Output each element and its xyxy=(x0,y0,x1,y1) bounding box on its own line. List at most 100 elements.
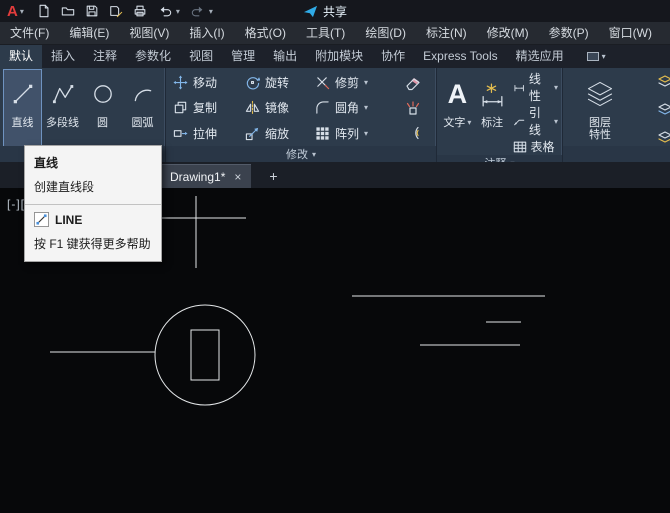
chevron-down-icon[interactable]: ▾ xyxy=(364,129,368,138)
mirror-icon xyxy=(245,101,260,115)
polyline-tool-label: 多段线 xyxy=(46,117,79,129)
menu-item-insert[interactable]: 插入(I) xyxy=(179,22,234,44)
tab-parametric[interactable]: 参数化 xyxy=(126,45,180,68)
mirror-label: 镜像 xyxy=(265,101,290,116)
arc-tool-button[interactable]: 圆弧 xyxy=(124,70,161,146)
tab-view[interactable]: 视图 xyxy=(180,45,222,68)
line-command-icon xyxy=(34,212,49,227)
autocad-logo[interactable]: A xyxy=(7,4,18,19)
rotate-button[interactable]: 旋转 xyxy=(242,71,312,95)
erase-button[interactable] xyxy=(403,73,423,93)
tab-collaborate[interactable]: 协作 xyxy=(372,45,414,68)
close-icon[interactable]: × xyxy=(234,170,241,184)
undo-button[interactable]: ▾ xyxy=(154,3,183,19)
viewport-controls[interactable]: [-][ xyxy=(7,197,25,211)
layer-tool-button[interactable] xyxy=(655,128,670,148)
array-label: 阵列 xyxy=(335,126,360,141)
tab-insert[interactable]: 插入 xyxy=(42,45,84,68)
fillet-icon xyxy=(316,101,329,115)
layer-tool-button[interactable] xyxy=(655,72,670,92)
menu-item-format[interactable]: 格式(O) xyxy=(235,22,296,44)
tab-output[interactable]: 输出 xyxy=(264,45,306,68)
arc-icon xyxy=(134,89,151,102)
line-tool-button[interactable]: 直线 xyxy=(3,69,42,147)
open-button[interactable] xyxy=(58,3,78,19)
rotate-label: 旋转 xyxy=(265,76,290,91)
share-button[interactable]: 共享 xyxy=(303,0,347,22)
arc-tool-label: 圆弧 xyxy=(131,117,154,129)
share-label: 共享 xyxy=(323,4,348,19)
inner-rectangle xyxy=(190,329,220,381)
chevron-down-icon[interactable]: ▾ xyxy=(554,83,558,92)
layers-panel-title[interactable] xyxy=(563,146,670,162)
new-file-button[interactable] xyxy=(34,3,54,19)
tab-featured-apps[interactable]: 精选应用 xyxy=(507,45,573,68)
mirror-button[interactable]: 镜像 xyxy=(242,96,312,120)
tab-manage[interactable]: 管理 xyxy=(222,45,264,68)
menu-item-draw[interactable]: 绘图(D) xyxy=(355,22,416,44)
menu-item-edit[interactable]: 编辑(E) xyxy=(59,22,119,44)
undo-caret-icon[interactable]: ▾ xyxy=(176,7,180,16)
table-button[interactable]: 表格 xyxy=(513,138,559,155)
rotate-icon xyxy=(246,77,260,90)
menu-item-parametric[interactable]: 参数(P) xyxy=(539,22,599,44)
text-button[interactable]: A 文字 ▾ xyxy=(441,70,474,155)
layer-tool-button[interactable] xyxy=(655,100,670,120)
logo-menu-caret-icon[interactable]: ▾ xyxy=(20,7,24,16)
scale-label: 缩放 xyxy=(265,126,290,141)
tab-express-tools[interactable]: Express Tools xyxy=(414,45,506,68)
scale-button[interactable]: 缩放 xyxy=(242,121,312,145)
layer-tool-icon xyxy=(658,131,670,143)
chevron-down-icon[interactable]: ▾ xyxy=(364,103,368,112)
menu-item-modify[interactable]: 修改(M) xyxy=(477,22,539,44)
chevron-down-icon: ▾ xyxy=(311,149,316,159)
undo-icon xyxy=(160,6,171,17)
table-icon xyxy=(513,141,526,152)
linear-dimension-button[interactable]: 线性 ▾ xyxy=(513,70,558,104)
dimension-label: 标注 xyxy=(481,117,504,129)
quick-access-toolbar: ▾ ▾ xyxy=(34,3,216,19)
chevron-down-icon[interactable]: ▾ xyxy=(554,117,558,126)
ribbon-tab-row: 默认 插入 注释 参数化 视图 管理 输出 附加模块 协作 Express To… xyxy=(0,45,670,68)
array-button[interactable]: 阵列 ▾ xyxy=(312,121,400,145)
copy-button[interactable]: 复制 xyxy=(170,96,242,120)
save-button[interactable] xyxy=(82,3,102,19)
new-drawing-tab-button[interactable]: + xyxy=(265,164,281,188)
move-button[interactable]: 移动 xyxy=(170,71,242,95)
tooltip-description: 创建直线段 xyxy=(34,180,95,194)
erase-icon xyxy=(406,77,420,90)
document-tab-drawing1[interactable]: Drawing1* × xyxy=(160,164,252,188)
menu-item-tools[interactable]: 工具(T) xyxy=(296,22,355,44)
tab-home[interactable]: 默认 xyxy=(0,45,43,68)
polyline-tool-button[interactable]: 多段线 xyxy=(44,70,81,146)
redo-button[interactable]: ▾ xyxy=(187,3,216,19)
ribbon-display-toggle[interactable]: ▾ xyxy=(581,45,612,68)
stretch-button[interactable]: 拉伸 xyxy=(170,121,242,145)
menu-item-window[interactable]: 窗口(W) xyxy=(599,22,662,44)
autocad-window: A ▾ ▾ ▾ 共享 文件(F) 编辑(E) 视图(V) 插入(I) 格式(O)… xyxy=(0,0,670,513)
leader-button[interactable]: 引线 ▾ xyxy=(513,104,558,138)
printer-icon xyxy=(134,5,146,17)
circle-tool-button[interactable]: 圆 xyxy=(84,70,121,146)
tab-addins[interactable]: 附加模块 xyxy=(306,45,372,68)
save-as-button[interactable] xyxy=(106,3,126,19)
menu-item-dimension[interactable]: 标注(N) xyxy=(416,22,477,44)
dimension-button[interactable]: 标注 xyxy=(476,70,509,155)
plot-button[interactable] xyxy=(130,3,150,19)
line-icon xyxy=(13,84,32,104)
layers-icon xyxy=(587,81,613,107)
trim-button[interactable]: 修剪 ▾ xyxy=(312,71,400,95)
explode-button[interactable] xyxy=(403,98,423,118)
chevron-down-icon[interactable]: ▾ xyxy=(364,78,368,87)
menu-item-file[interactable]: 文件(F) xyxy=(0,22,59,44)
layer-properties-button[interactable]: 图层特性 xyxy=(575,70,625,146)
tab-annotate[interactable]: 注释 xyxy=(84,45,126,68)
menubar: 文件(F) 编辑(E) 视图(V) 插入(I) 格式(O) 工具(T) 绘图(D… xyxy=(0,22,670,45)
redo-caret-icon[interactable]: ▾ xyxy=(209,7,213,16)
menu-item-view[interactable]: 视图(V) xyxy=(119,22,179,44)
modify-panel: 移动 复制 拉伸 旋转 镜像 缩放 修剪 ▾ 圆角 ▾ 阵列 ▾ 修改 ▾ xyxy=(166,68,437,162)
fillet-button[interactable]: 圆角 ▾ xyxy=(312,96,400,120)
offset-button[interactable] xyxy=(403,123,423,143)
copy-icon xyxy=(174,102,187,114)
modify-panel-title[interactable]: 修改 ▾ xyxy=(166,146,436,162)
